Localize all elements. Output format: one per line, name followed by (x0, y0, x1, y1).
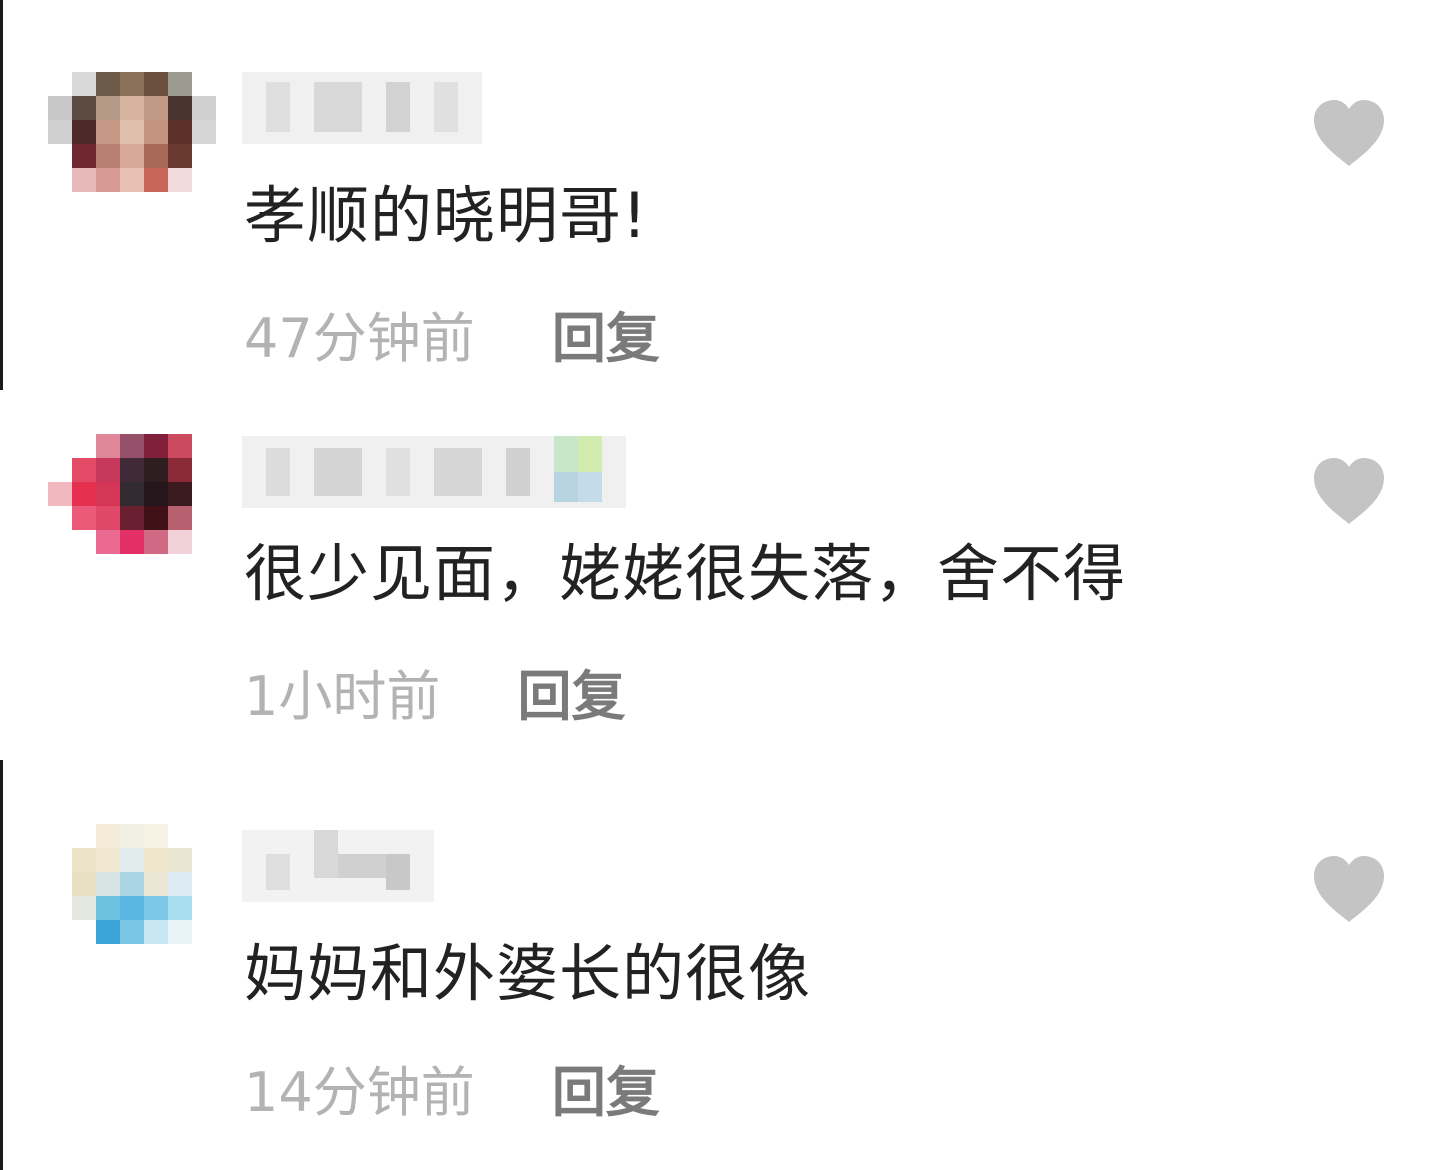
timestamp: 47分钟前 (244, 307, 475, 370)
comment-meta: 47分钟前 回复 (244, 304, 660, 374)
heart-icon (1314, 458, 1384, 524)
comment-item: 妈妈和外婆长的很像 14分钟前 回复 (0, 760, 1440, 1170)
comment-text: 妈妈和外婆长的很像 (244, 937, 812, 1010)
avatar[interactable] (48, 44, 216, 212)
avatar[interactable] (48, 434, 216, 602)
username-blurred[interactable] (242, 72, 482, 144)
comment-text: 孝顺的晓明哥! (244, 179, 648, 252)
reply-button[interactable]: 回复 (517, 662, 625, 732)
like-button[interactable] (1310, 854, 1388, 924)
heart-icon (1314, 856, 1384, 922)
comment-text: 很少见面，姥姥很失落，舍不得 (244, 537, 1127, 610)
username-blurred[interactable] (242, 436, 626, 508)
avatar[interactable] (48, 800, 216, 968)
timestamp: 14分钟前 (244, 1061, 475, 1124)
like-button[interactable] (1310, 456, 1388, 526)
reply-button[interactable]: 回复 (552, 304, 660, 374)
timestamp: 1小时前 (244, 665, 441, 728)
comment-meta: 1小时前 回复 (244, 662, 625, 732)
username-blurred[interactable] (242, 830, 434, 902)
like-button[interactable] (1310, 98, 1388, 168)
heart-icon (1314, 100, 1384, 166)
reply-button[interactable]: 回复 (552, 1058, 660, 1128)
comment-item: 很少见面，姥姥很失落，舍不得 1小时前 回复 (0, 390, 1440, 760)
comment-item: 孝顺的晓明哥! 47分钟前 回复 (0, 0, 1440, 390)
comment-meta: 14分钟前 回复 (244, 1058, 660, 1128)
